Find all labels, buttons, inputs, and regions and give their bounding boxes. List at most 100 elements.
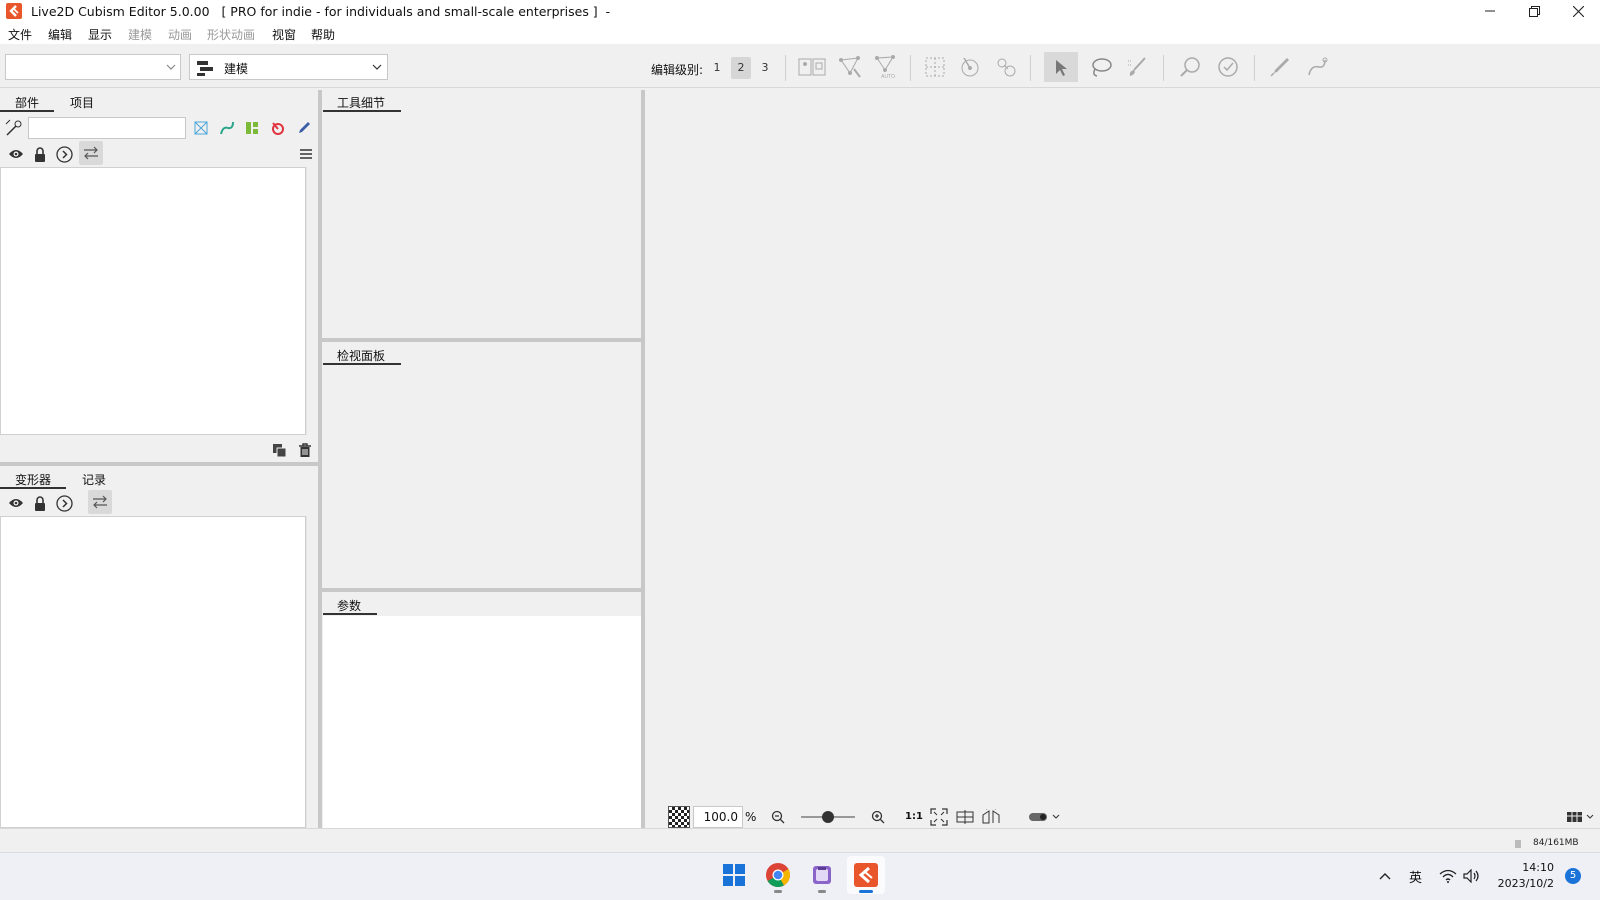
layout-grid-icon [1567, 812, 1594, 822]
taskbar-clock-time[interactable]: 14:10 [1510, 861, 1554, 874]
flip-view-button[interactable] [981, 807, 1001, 827]
texture-atlas-button[interactable] [795, 52, 829, 82]
edit-level-1-button[interactable]: 1 [707, 57, 727, 79]
delete-part-button[interactable] [295, 440, 315, 460]
art-mesh-filter-button[interactable] [191, 118, 211, 138]
lock-toggle[interactable] [30, 144, 50, 164]
tab-tool-details[interactable]: 工具细节 [323, 94, 401, 112]
tool-details-panel [322, 90, 641, 338]
tab-parameters[interactable]: 参数 [323, 597, 377, 615]
warp-deformer-button[interactable] [918, 52, 952, 82]
mode-dropdown[interactable]: 建模 [189, 54, 388, 80]
sync-selection-toggle[interactable] [79, 141, 103, 165]
rotation-deformer-button[interactable] [953, 52, 987, 82]
speaker-icon [1463, 869, 1479, 883]
tab-parts[interactable]: 部件 [0, 94, 54, 112]
workspace-dropdown[interactable] [5, 54, 181, 80]
glue-filter-icon [299, 122, 310, 133]
glue-button[interactable] [989, 52, 1023, 82]
notification-badge[interactable]: 5 [1565, 868, 1581, 884]
deformer-lock-toggle[interactable] [30, 493, 50, 513]
pen-tool-button[interactable] [1263, 52, 1297, 82]
curve-tool-button[interactable] [1300, 52, 1334, 82]
menu-form-animation[interactable]: 形状动画 [207, 26, 255, 43]
visibility-toggle[interactable] [6, 144, 26, 164]
parameters-list[interactable] [323, 616, 641, 828]
toolbar-divider [1163, 55, 1164, 81]
tab-items[interactable]: 项目 [70, 94, 94, 112]
show-hidden-icons-button[interactable] [1375, 866, 1395, 886]
toolbar-divider [1254, 55, 1255, 81]
menu-file[interactable]: 文件 [8, 26, 32, 43]
zoom-out-button[interactable] [768, 807, 788, 827]
part-picker-button[interactable] [3, 117, 25, 139]
deformer-sync-toggle[interactable] [88, 490, 112, 514]
tab-inspector[interactable]: 检视面板 [323, 347, 401, 365]
lasso-tool-button[interactable] [1084, 52, 1118, 82]
expand-all-toggle[interactable] [54, 144, 74, 164]
notes-app-taskbar-button[interactable] [803, 856, 841, 894]
warp-filter-button[interactable] [217, 118, 237, 138]
menu-window[interactable]: 视窗 [272, 26, 296, 43]
minimize-button[interactable] [1468, 0, 1512, 22]
zoom-slider-knob[interactable] [822, 811, 834, 823]
actual-size-button[interactable]: 1:1 [905, 811, 923, 822]
edit-level-3-button[interactable]: 3 [755, 57, 775, 79]
part-filter-icon [246, 122, 258, 134]
mesh-edit-button[interactable] [833, 52, 867, 82]
live2d-app-icon [854, 863, 878, 887]
lasso-icon [1092, 58, 1112, 77]
edit-level-label: 编辑级别: [651, 63, 704, 77]
chevron-circle-icon [55, 494, 73, 512]
zoom-in-button[interactable] [868, 807, 888, 827]
glue-filter-button[interactable] [294, 118, 314, 138]
grid-toggle-button[interactable] [955, 807, 975, 827]
deformer-expand-toggle[interactable] [54, 493, 74, 513]
wifi-status[interactable] [1438, 866, 1458, 886]
deformer-visibility-toggle[interactable] [6, 493, 26, 513]
restore-button[interactable] [1512, 0, 1556, 22]
volume-status[interactable] [1462, 866, 1482, 886]
menu-modeling[interactable]: 建模 [128, 26, 152, 43]
rotation-filter-button[interactable] [268, 118, 288, 138]
deformer-scrollbar[interactable] [306, 516, 318, 828]
chrome-taskbar-button[interactable] [759, 856, 797, 894]
parts-tree[interactable] [0, 167, 306, 435]
live2d-taskbar-button[interactable] [847, 856, 885, 894]
menu-help[interactable]: 帮助 [311, 26, 335, 43]
taskbar-clock-date[interactable]: 2023/10/2 [1494, 877, 1554, 890]
brush-select-button[interactable] [1120, 52, 1154, 82]
menu-animation[interactable]: 动画 [168, 26, 192, 43]
start-button[interactable] [715, 856, 753, 894]
deform-brush-button[interactable] [1173, 52, 1207, 82]
display-mode-dropdown[interactable] [1026, 807, 1062, 827]
close-button[interactable] [1556, 0, 1600, 22]
memory-usage: 84/161MB [1533, 838, 1579, 848]
parts-scrollbar[interactable] [306, 167, 318, 435]
fit-view-button[interactable] [929, 807, 949, 827]
auto-mesh-button[interactable]: AUTO [868, 52, 902, 82]
warp-brush-button[interactable] [1211, 52, 1245, 82]
select-tool-button[interactable] [1044, 52, 1078, 82]
parts-search-input[interactable] [28, 117, 186, 139]
ime-indicator[interactable]: 英 [1409, 867, 1422, 886]
duplicate-part-button[interactable] [269, 440, 289, 460]
edit-level-2-button[interactable]: 2 [731, 57, 751, 79]
tab-history[interactable]: 记录 [82, 471, 106, 489]
part-filter-button[interactable] [242, 118, 262, 138]
model-canvas[interactable] [645, 90, 1600, 828]
menu-edit[interactable]: 编辑 [48, 26, 72, 43]
layout-dropdown[interactable] [1565, 807, 1597, 827]
modeling-mode-icon [197, 61, 213, 76]
deformer-tree[interactable] [0, 516, 306, 828]
zoom-out-icon [771, 810, 785, 824]
tab-deformers[interactable]: 变形器 [0, 471, 66, 489]
menu-view[interactable]: 显示 [88, 26, 112, 43]
chevron-circle-icon [55, 145, 73, 163]
flip-view-icon [982, 809, 1000, 824]
chevron-up-icon [1379, 873, 1391, 880]
eye-icon [9, 499, 23, 507]
parts-menu-button[interactable] [296, 144, 316, 164]
zoom-input[interactable]: 100.0 [693, 806, 743, 828]
background-checker-button[interactable] [668, 806, 690, 828]
